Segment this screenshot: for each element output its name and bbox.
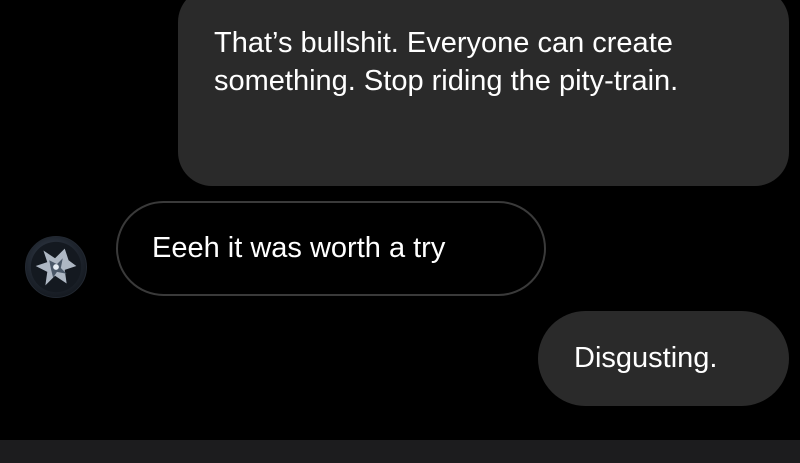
message-text: That’s bullshit. Everyone can create som…	[214, 27, 679, 97]
message-bubble-incoming[interactable]: Eeeh it was worth a try	[116, 201, 546, 296]
message-bubble-outgoing[interactable]: That’s bullshit. Everyone can create som…	[178, 0, 789, 186]
message-text: Eeeh it was worth a try	[152, 232, 446, 264]
composer-bar	[0, 440, 800, 463]
message-text: Disgusting.	[574, 342, 718, 374]
message-bubble-outgoing[interactable]: Disgusting.	[538, 311, 789, 406]
avatar-image	[30, 241, 82, 293]
contact-avatar[interactable]	[25, 236, 87, 298]
conversation-thread: That’s bullshit. Everyone can create som…	[0, 0, 800, 440]
